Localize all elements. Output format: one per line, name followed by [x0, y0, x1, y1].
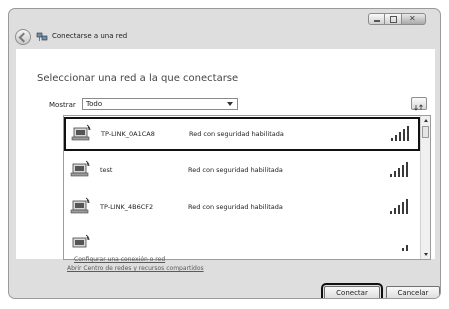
filter-label: Mostrar: [49, 101, 76, 109]
filter-dropdown[interactable]: Todo: [82, 98, 238, 110]
list-scrollbar[interactable]: [420, 116, 430, 259]
connect-dialog: Conectarse a una red Seleccionar una red…: [8, 8, 441, 299]
refresh-icon: [414, 104, 423, 111]
maximize-button[interactable]: [385, 13, 402, 25]
wireless-computer-icon: [71, 124, 91, 141]
signal-strength-icon: [391, 126, 409, 141]
network-security: Red con seguridad habilitada: [188, 203, 283, 211]
network-list[interactable]: TP-LINK_0A1CA8 Red con seguridad habilit…: [63, 115, 431, 260]
scroll-down-icon[interactable]: [424, 253, 428, 256]
network-name: TP-LINK_4B6CF2: [100, 203, 154, 211]
title-bar: Conectarse a una red: [9, 9, 440, 49]
filter-value: Todo: [86, 100, 103, 108]
wireless-computer-icon: [70, 197, 90, 214]
connect-button[interactable]: Conectar: [321, 283, 383, 298]
signal-strength-icon: [390, 162, 408, 177]
page-heading: Seleccionar una red a la que conectarse: [37, 73, 239, 84]
signal-strength-icon: [390, 199, 408, 214]
network-row[interactable]: TP-LINK_4B6CF2 Red con seguridad habilit…: [64, 191, 420, 225]
refresh-button[interactable]: [411, 97, 427, 111]
scroll-up-icon[interactable]: [424, 119, 428, 122]
close-button[interactable]: [402, 13, 426, 25]
wireless-computer-icon: [72, 234, 90, 248]
network-name: TP-LINK_0A1CA8: [101, 130, 155, 138]
network-icon: [36, 32, 48, 41]
network-security: Red con seguridad habilitada: [189, 130, 284, 138]
window-title: Conectarse a una red: [52, 32, 128, 40]
minimize-button[interactable]: [368, 13, 385, 25]
network-security: Red con seguridad habilitada: [188, 166, 283, 174]
back-button[interactable]: [15, 29, 31, 45]
network-center-link[interactable]: Abrir Centro de redes y recursos compart…: [67, 265, 204, 272]
cancel-button[interactable]: Cancelar: [386, 286, 440, 298]
network-row[interactable]: test Red con seguridad habilitada: [64, 154, 420, 188]
dialog-content: Seleccionar una red a la que conectarse …: [16, 49, 435, 263]
chevron-down-icon: [227, 102, 233, 106]
signal-strength-icon: [402, 245, 408, 251]
scroll-thumb[interactable]: [422, 126, 429, 138]
wireless-computer-icon: [70, 160, 90, 177]
configure-connection-link[interactable]: Configurar una conexión o red: [74, 256, 165, 263]
network-row[interactable]: TP-LINK_0A1CA8 Red con seguridad habilit…: [64, 117, 420, 151]
network-name: test: [100, 166, 113, 174]
